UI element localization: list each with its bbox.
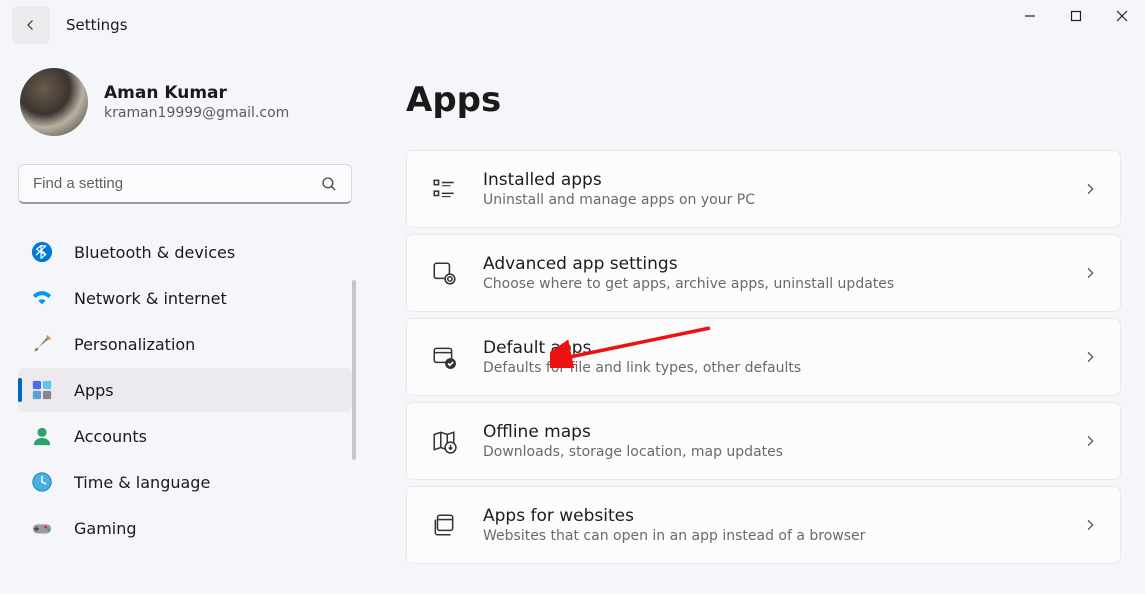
minimize-icon bbox=[1024, 10, 1036, 22]
sidebar-item-label: Apps bbox=[74, 381, 114, 400]
card-advanced-app-settings[interactable]: Advanced app settings Choose where to ge… bbox=[406, 234, 1121, 312]
main-panel: Apps Installed apps Uninstall and manage… bbox=[370, 50, 1145, 594]
card-title: Offline maps bbox=[483, 422, 1082, 442]
back-arrow-icon bbox=[22, 16, 40, 34]
window-controls bbox=[1007, 0, 1145, 50]
person-icon bbox=[30, 424, 54, 448]
close-icon bbox=[1116, 10, 1128, 22]
window-stack-icon bbox=[429, 510, 459, 540]
chevron-right-icon bbox=[1082, 265, 1098, 281]
sidebar-item-label: Network & internet bbox=[74, 289, 227, 308]
search-icon bbox=[320, 175, 338, 193]
clock-globe-icon bbox=[30, 470, 54, 494]
map-download-icon bbox=[429, 426, 459, 456]
sidebar: Aman Kumar kraman19999@gmail.com Bluetoo… bbox=[0, 50, 370, 594]
titlebar: Settings bbox=[0, 0, 1145, 50]
card-subtitle: Uninstall and manage apps on your PC bbox=[483, 192, 1082, 208]
page-title: Apps bbox=[406, 80, 1121, 120]
bluetooth-icon bbox=[30, 240, 54, 264]
sidebar-item-personalization[interactable]: Personalization bbox=[18, 322, 352, 366]
gamepad-icon bbox=[30, 516, 54, 540]
chevron-right-icon bbox=[1082, 349, 1098, 365]
maximize-icon bbox=[1070, 10, 1082, 22]
card-title: Apps for websites bbox=[483, 506, 1082, 526]
card-title: Installed apps bbox=[483, 170, 1082, 190]
avatar bbox=[20, 68, 88, 136]
card-installed-apps[interactable]: Installed apps Uninstall and manage apps… bbox=[406, 150, 1121, 228]
close-button[interactable] bbox=[1099, 0, 1145, 32]
profile-block[interactable]: Aman Kumar kraman19999@gmail.com bbox=[18, 68, 352, 136]
chevron-right-icon bbox=[1082, 517, 1098, 533]
search-box[interactable] bbox=[18, 164, 352, 204]
card-title: Advanced app settings bbox=[483, 254, 1082, 274]
card-subtitle: Choose where to get apps, archive apps, … bbox=[483, 276, 1082, 292]
card-title: Default apps bbox=[483, 338, 1082, 358]
sidebar-item-network-internet[interactable]: Network & internet bbox=[18, 276, 352, 320]
wifi-icon bbox=[30, 286, 54, 310]
chevron-right-icon bbox=[1082, 433, 1098, 449]
card-default-apps[interactable]: Default apps Defaults for file and link … bbox=[406, 318, 1121, 396]
nav-list: Bluetooth & devices Network & internet P… bbox=[18, 230, 352, 550]
card-subtitle: Downloads, storage location, map updates bbox=[483, 444, 1082, 460]
paintbrush-icon bbox=[30, 332, 54, 356]
sidebar-item-label: Gaming bbox=[74, 519, 137, 538]
profile-name: Aman Kumar bbox=[104, 83, 289, 103]
search-input[interactable] bbox=[18, 164, 352, 204]
sidebar-item-label: Time & language bbox=[74, 473, 210, 492]
sidebar-item-bluetooth-devices[interactable]: Bluetooth & devices bbox=[18, 230, 352, 274]
maximize-button[interactable] bbox=[1053, 0, 1099, 32]
sidebar-item-label: Bluetooth & devices bbox=[74, 243, 235, 262]
sidebar-item-accounts[interactable]: Accounts bbox=[18, 414, 352, 458]
profile-email: kraman19999@gmail.com bbox=[104, 105, 289, 121]
sidebar-item-label: Accounts bbox=[74, 427, 147, 446]
chevron-right-icon bbox=[1082, 181, 1098, 197]
list-icon bbox=[429, 174, 459, 204]
app-gear-icon bbox=[429, 258, 459, 288]
scrollbar-thumb[interactable] bbox=[352, 280, 356, 460]
card-subtitle: Websites that can open in an app instead… bbox=[483, 528, 1082, 544]
sidebar-item-gaming[interactable]: Gaming bbox=[18, 506, 352, 550]
card-subtitle: Defaults for file and link types, other … bbox=[483, 360, 1082, 376]
sidebar-item-label: Personalization bbox=[74, 335, 195, 354]
window-title: Settings bbox=[66, 16, 128, 34]
minimize-button[interactable] bbox=[1007, 0, 1053, 32]
apps-icon bbox=[30, 378, 54, 402]
card-list: Installed apps Uninstall and manage apps… bbox=[406, 150, 1121, 564]
back-button[interactable] bbox=[12, 6, 50, 44]
sidebar-item-apps[interactable]: Apps bbox=[18, 368, 352, 412]
card-apps-for-websites[interactable]: Apps for websites Websites that can open… bbox=[406, 486, 1121, 564]
card-offline-maps[interactable]: Offline maps Downloads, storage location… bbox=[406, 402, 1121, 480]
window-check-icon bbox=[429, 342, 459, 372]
sidebar-item-time-language[interactable]: Time & language bbox=[18, 460, 352, 504]
